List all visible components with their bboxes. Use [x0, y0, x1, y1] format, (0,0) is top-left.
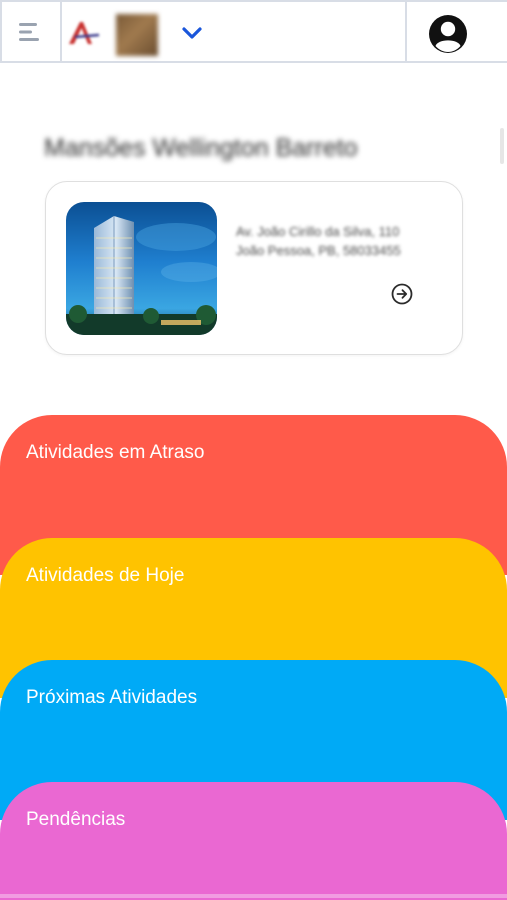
user-avatar-icon[interactable]	[428, 14, 468, 54]
overdue-activities-label: Atividades em Atraso	[26, 442, 205, 463]
menu-button[interactable]	[0, 2, 62, 61]
address-line-2: João Pessoa, PB, 58033455	[236, 243, 401, 258]
project-card[interactable]: Av. João Cirillo da Silva, 110 João Pess…	[45, 181, 463, 355]
company-thumbnail[interactable]	[116, 14, 158, 56]
hamburger-menu-icon	[19, 22, 39, 41]
pending-items-card[interactable]: Pendências	[0, 782, 507, 900]
chevron-down-icon[interactable]	[180, 24, 204, 42]
pending-items-label: Pendências	[26, 809, 126, 830]
top-bar	[0, 0, 507, 63]
address-line-1: Av. João Cirillo da Silva, 110	[236, 224, 400, 239]
arrow-right-circle-icon[interactable]	[391, 283, 413, 305]
project-photo	[66, 202, 217, 335]
upcoming-activities-label: Próximas Atividades	[26, 687, 198, 708]
company-logo-icon	[69, 22, 100, 44]
project-title: Mansões Wellington Barreto	[44, 134, 358, 162]
scrollbar[interactable]	[500, 128, 504, 164]
today-activities-label: Atividades de Hoje	[26, 565, 185, 586]
bottom-edge-divider	[0, 894, 507, 898]
project-address: Av. João Cirillo da Silva, 110 João Pess…	[236, 222, 456, 260]
header-divider	[405, 2, 407, 61]
